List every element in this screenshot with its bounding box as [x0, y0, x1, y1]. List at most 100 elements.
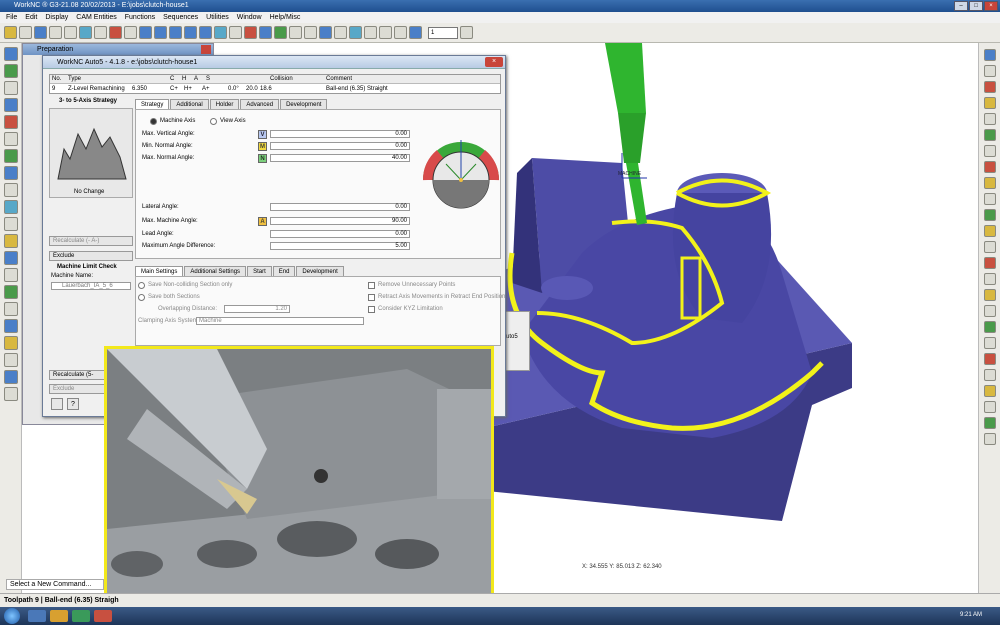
view-icon[interactable]: [983, 385, 996, 397]
cube-top-icon[interactable]: [154, 26, 167, 39]
tool-icon[interactable]: [3, 319, 18, 333]
redo-icon[interactable]: [64, 26, 77, 39]
lateral-angle-input[interactable]: 0.00: [270, 203, 410, 211]
view-icon[interactable]: [983, 353, 996, 365]
zoom-icon[interactable]: [229, 26, 242, 39]
tool-icon[interactable]: [3, 251, 18, 265]
tab-development[interactable]: Development: [280, 99, 328, 109]
min-normal-input[interactable]: 0.00: [270, 142, 410, 150]
strategy-preview[interactable]: No Change: [49, 108, 133, 198]
tool-icon[interactable]: [3, 285, 18, 299]
remove-points-checkbox[interactable]: [368, 282, 375, 289]
taskbar-app-icon[interactable]: [28, 610, 46, 622]
tool-icon[interactable]: [3, 115, 18, 129]
view-axis-radio[interactable]: [210, 118, 217, 125]
tab-end[interactable]: End: [272, 266, 296, 276]
measure-icon[interactable]: [364, 26, 377, 39]
tool-icon[interactable]: [3, 81, 18, 95]
auto5-partial-window[interactable]: uto5: [502, 311, 530, 371]
new-icon[interactable]: [4, 26, 17, 39]
tool-icon[interactable]: [3, 47, 18, 61]
view-icon[interactable]: [983, 81, 996, 93]
cube-back-icon[interactable]: [199, 26, 212, 39]
view-icon[interactable]: [983, 321, 996, 333]
tab-start[interactable]: Start: [247, 266, 272, 276]
tool-icon[interactable]: [3, 302, 18, 316]
menu-display[interactable]: Display: [45, 12, 68, 23]
command-prompt[interactable]: Select a New Command...: [6, 579, 104, 590]
tool-icon[interactable]: [3, 183, 18, 197]
close-icon[interactable]: [201, 45, 211, 54]
menu-edit[interactable]: Edit: [25, 12, 37, 23]
menu-sequences[interactable]: Sequences: [163, 12, 198, 23]
menu-help[interactable]: Help/Misc: [270, 12, 301, 23]
tab-development-2[interactable]: Development: [296, 266, 344, 276]
menu-file[interactable]: File: [6, 12, 17, 23]
tab-main-settings[interactable]: Main Settings: [135, 266, 184, 276]
retract-checkbox[interactable]: [368, 294, 375, 301]
view-icon[interactable]: [983, 417, 996, 429]
tab-holder[interactable]: Holder: [209, 99, 240, 109]
help-icon[interactable]: ?: [67, 398, 79, 410]
machine-name-select[interactable]: Lauerbach_IA_5_6: [51, 282, 131, 290]
menu-utilities[interactable]: Utilities: [206, 12, 229, 23]
tool-icon[interactable]: [3, 149, 18, 163]
menu-window[interactable]: Window: [237, 12, 262, 23]
max-vertical-input[interactable]: 0.00: [270, 130, 410, 138]
view-icon[interactable]: [983, 145, 996, 157]
grid-icon[interactable]: [94, 26, 107, 39]
view-icon[interactable]: [983, 65, 996, 77]
pan-icon[interactable]: [304, 26, 317, 39]
view-icon[interactable]: [983, 273, 996, 285]
exclude-button[interactable]: Exclude: [49, 251, 133, 261]
tool-icon[interactable]: [3, 353, 18, 367]
open-icon[interactable]: [19, 26, 32, 39]
tool-icon[interactable]: [3, 217, 18, 231]
lead-angle-input[interactable]: 0.00: [270, 230, 410, 238]
display-icon[interactable]: [79, 26, 92, 39]
tool-icon[interactable]: [3, 98, 18, 112]
table-row[interactable]: 9 Z-Level Remachining 6.350 C+ H+ A+ 0.0…: [50, 85, 500, 94]
taskbar-app-icon[interactable]: [72, 610, 90, 622]
tab-additional[interactable]: Additional: [170, 99, 209, 109]
max-angle-diff-input[interactable]: 5.00: [270, 242, 410, 250]
select-icon[interactable]: [379, 26, 392, 39]
tool-icon[interactable]: [3, 234, 18, 248]
rotate-icon[interactable]: [289, 26, 302, 39]
reset-icon[interactable]: [51, 398, 63, 410]
maximize-button[interactable]: □: [969, 1, 983, 11]
layer-icon[interactable]: [409, 26, 422, 39]
view-icon[interactable]: [983, 433, 996, 445]
tool-icon[interactable]: [3, 336, 18, 350]
cube-front-icon[interactable]: [139, 26, 152, 39]
wire-icon[interactable]: [334, 26, 347, 39]
menu-cam-entities[interactable]: CAM Entities: [76, 12, 116, 23]
recalculate-button[interactable]: Recalculate (- A-): [49, 236, 133, 246]
view-icon[interactable]: [983, 369, 996, 381]
save-icon[interactable]: [34, 26, 47, 39]
undo-icon[interactable]: [49, 26, 62, 39]
view-icon[interactable]: [983, 257, 996, 269]
view-red-icon[interactable]: [244, 26, 257, 39]
shade-icon[interactable]: [319, 26, 332, 39]
view-green-icon[interactable]: [274, 26, 287, 39]
tool-icon[interactable]: [3, 132, 18, 146]
save-both-radio[interactable]: [138, 294, 145, 301]
taskbar-folder-icon[interactable]: [50, 610, 68, 622]
view-blue-icon[interactable]: [259, 26, 272, 39]
filter-icon[interactable]: [394, 26, 407, 39]
close-button[interactable]: ×: [984, 1, 998, 11]
view-icon[interactable]: [983, 209, 996, 221]
layer-props-icon[interactable]: [460, 26, 473, 39]
tab-additional-settings[interactable]: Additional Settings: [184, 266, 247, 276]
max-normal-input[interactable]: 40.00: [270, 154, 410, 162]
view-icon[interactable]: [983, 193, 996, 205]
tool-icon[interactable]: [3, 370, 18, 384]
cube-iso-icon[interactable]: [184, 26, 197, 39]
tool-icon[interactable]: [3, 64, 18, 78]
view-icon[interactable]: [983, 337, 996, 349]
save-noncolliding-radio[interactable]: [138, 282, 145, 289]
view-icon[interactable]: [983, 97, 996, 109]
cube-side-icon[interactable]: [169, 26, 182, 39]
dialog-close-button[interactable]: ×: [485, 57, 503, 67]
